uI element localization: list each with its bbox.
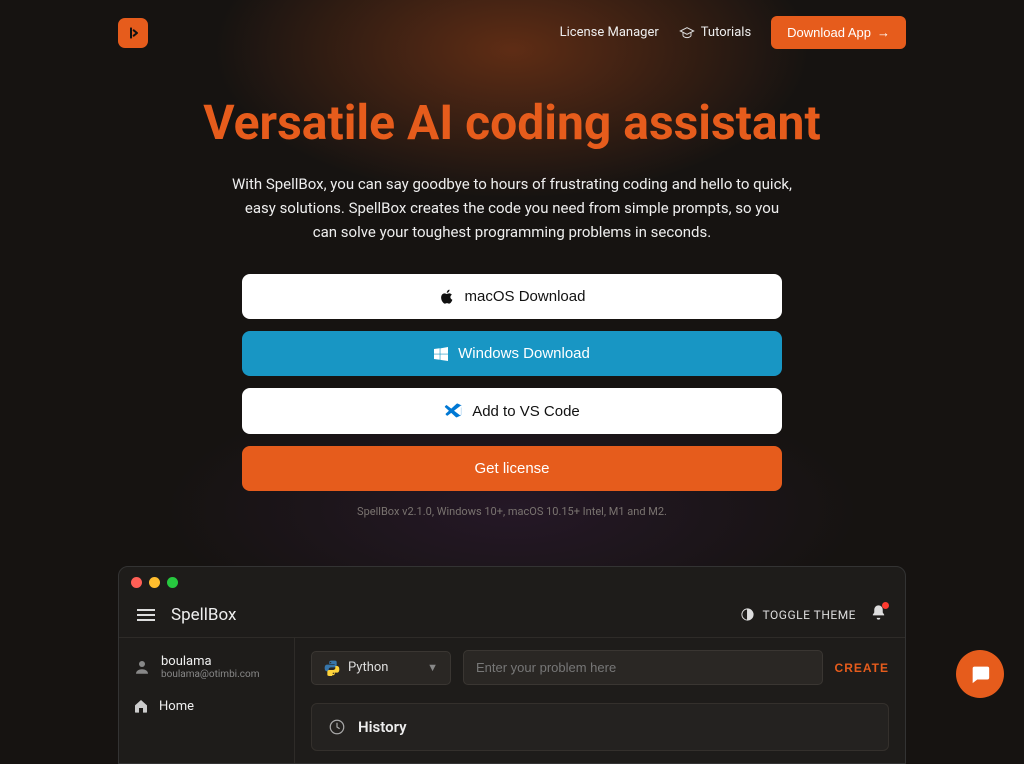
app-preview-window: SpellBox TOGGLE THEME boulama boulama@ot… bbox=[118, 566, 906, 764]
history-icon bbox=[328, 718, 346, 736]
window-controls bbox=[119, 567, 905, 598]
windows-download-button[interactable]: Windows Download bbox=[242, 331, 782, 376]
user-name: boulama bbox=[161, 654, 259, 669]
windows-icon bbox=[434, 347, 448, 361]
window-minimize-icon[interactable] bbox=[149, 577, 160, 588]
download-app-label: Download App bbox=[787, 25, 871, 40]
get-license-label: Get license bbox=[474, 460, 549, 477]
chat-icon bbox=[969, 663, 991, 685]
language-selected-label: Python bbox=[348, 660, 388, 675]
history-card[interactable]: History bbox=[311, 703, 889, 751]
windows-download-label: Windows Download bbox=[458, 345, 590, 362]
version-text: SpellBox v2.1.0, Windows 10+, macOS 10.1… bbox=[0, 505, 1024, 518]
toggle-theme-button[interactable]: TOGGLE THEME bbox=[740, 607, 856, 622]
user-icon bbox=[133, 658, 151, 676]
apple-icon bbox=[439, 289, 455, 305]
macos-download-button[interactable]: macOS Download bbox=[242, 274, 782, 319]
chat-widget-button[interactable] bbox=[956, 650, 1004, 698]
macos-download-label: macOS Download bbox=[465, 288, 586, 305]
history-title: History bbox=[358, 718, 407, 736]
hero-subtitle: With SpellBox, you can say goodbye to ho… bbox=[232, 172, 792, 244]
toggle-theme-label: TOGGLE THEME bbox=[763, 608, 856, 622]
user-profile[interactable]: boulama boulama@otimbi.com bbox=[119, 646, 294, 688]
sidebar-item-home[interactable]: Home bbox=[119, 688, 294, 724]
hamburger-menu-icon[interactable] bbox=[137, 609, 155, 621]
notification-dot-icon bbox=[882, 602, 889, 609]
python-icon bbox=[324, 660, 340, 676]
sidebar: boulama boulama@otimbi.com Home bbox=[119, 638, 295, 763]
arrow-right-icon: → bbox=[877, 25, 890, 40]
create-button[interactable]: CREATE bbox=[835, 661, 889, 675]
nav-tutorials[interactable]: Tutorials bbox=[679, 25, 751, 41]
graduation-cap-icon bbox=[679, 25, 695, 41]
window-maximize-icon[interactable] bbox=[167, 577, 178, 588]
nav-tutorials-label: Tutorials bbox=[701, 25, 751, 40]
window-close-icon[interactable] bbox=[131, 577, 142, 588]
language-select[interactable]: Python ▼ bbox=[311, 651, 451, 685]
vscode-download-label: Add to VS Code bbox=[472, 403, 580, 420]
navbar: License Manager Tutorials Download App → bbox=[0, 0, 1024, 65]
hero-title: Versatile AI coding assistant bbox=[192, 95, 832, 150]
chevron-down-icon: ▼ bbox=[427, 661, 438, 674]
download-app-button[interactable]: Download App → bbox=[771, 16, 906, 49]
hero: Versatile AI coding assistant With Spell… bbox=[0, 65, 1024, 518]
logo[interactable] bbox=[118, 18, 148, 48]
app-title: SpellBox bbox=[171, 605, 236, 625]
vscode-download-button[interactable]: Add to VS Code bbox=[242, 388, 782, 434]
notifications-button[interactable] bbox=[870, 604, 887, 625]
user-email: boulama@otimbi.com bbox=[161, 669, 259, 680]
vscode-icon bbox=[444, 402, 462, 420]
sidebar-home-label: Home bbox=[159, 699, 194, 714]
theme-icon bbox=[740, 607, 755, 622]
nav-license-manager[interactable]: License Manager bbox=[560, 25, 659, 40]
get-license-button[interactable]: Get license bbox=[242, 446, 782, 491]
problem-input[interactable] bbox=[463, 650, 823, 685]
home-icon bbox=[133, 698, 149, 714]
